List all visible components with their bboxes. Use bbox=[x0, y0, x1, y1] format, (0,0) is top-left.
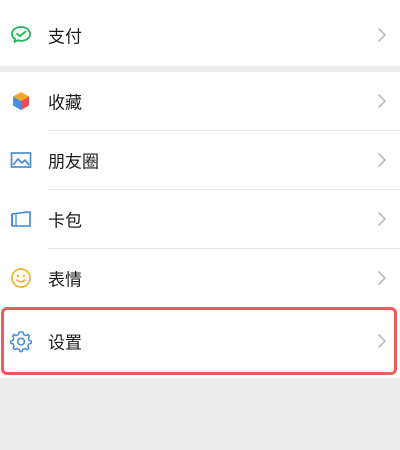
chevron-right-icon bbox=[376, 333, 388, 349]
chevron-right-icon bbox=[376, 93, 388, 109]
chevron-right-icon bbox=[376, 270, 388, 286]
menu-section: 收藏 朋友圈 卡包 表情 设置 bbox=[0, 72, 400, 378]
menu-item-label: 收藏 bbox=[48, 93, 82, 114]
menu-item-moments[interactable]: 朋友圈 bbox=[0, 131, 400, 189]
menu-item-favorites[interactable]: 收藏 bbox=[0, 72, 400, 130]
menu-item-settings[interactable]: 设置 bbox=[0, 312, 400, 370]
menu-item-cards[interactable]: 卡包 bbox=[0, 190, 400, 248]
menu-item-stickers[interactable]: 表情 bbox=[0, 249, 400, 307]
gear-icon bbox=[9, 329, 33, 353]
wechat-pay-icon bbox=[9, 23, 33, 47]
menu-item-label: 朋友圈 bbox=[48, 152, 99, 173]
card-wallet-icon bbox=[9, 207, 33, 231]
menu-item-pay[interactable]: 支付 bbox=[0, 6, 400, 64]
pay-section: 支付 bbox=[0, 0, 400, 66]
chevron-right-icon bbox=[376, 152, 388, 168]
smiley-icon bbox=[9, 266, 33, 290]
photo-icon bbox=[9, 148, 33, 172]
menu-item-label: 支付 bbox=[48, 27, 82, 48]
menu-item-label: 表情 bbox=[48, 270, 82, 291]
cube-icon bbox=[9, 89, 33, 113]
menu-item-label: 卡包 bbox=[48, 211, 82, 232]
chevron-right-icon bbox=[376, 211, 388, 227]
menu-item-label: 设置 bbox=[48, 333, 82, 354]
chevron-right-icon bbox=[376, 27, 388, 43]
